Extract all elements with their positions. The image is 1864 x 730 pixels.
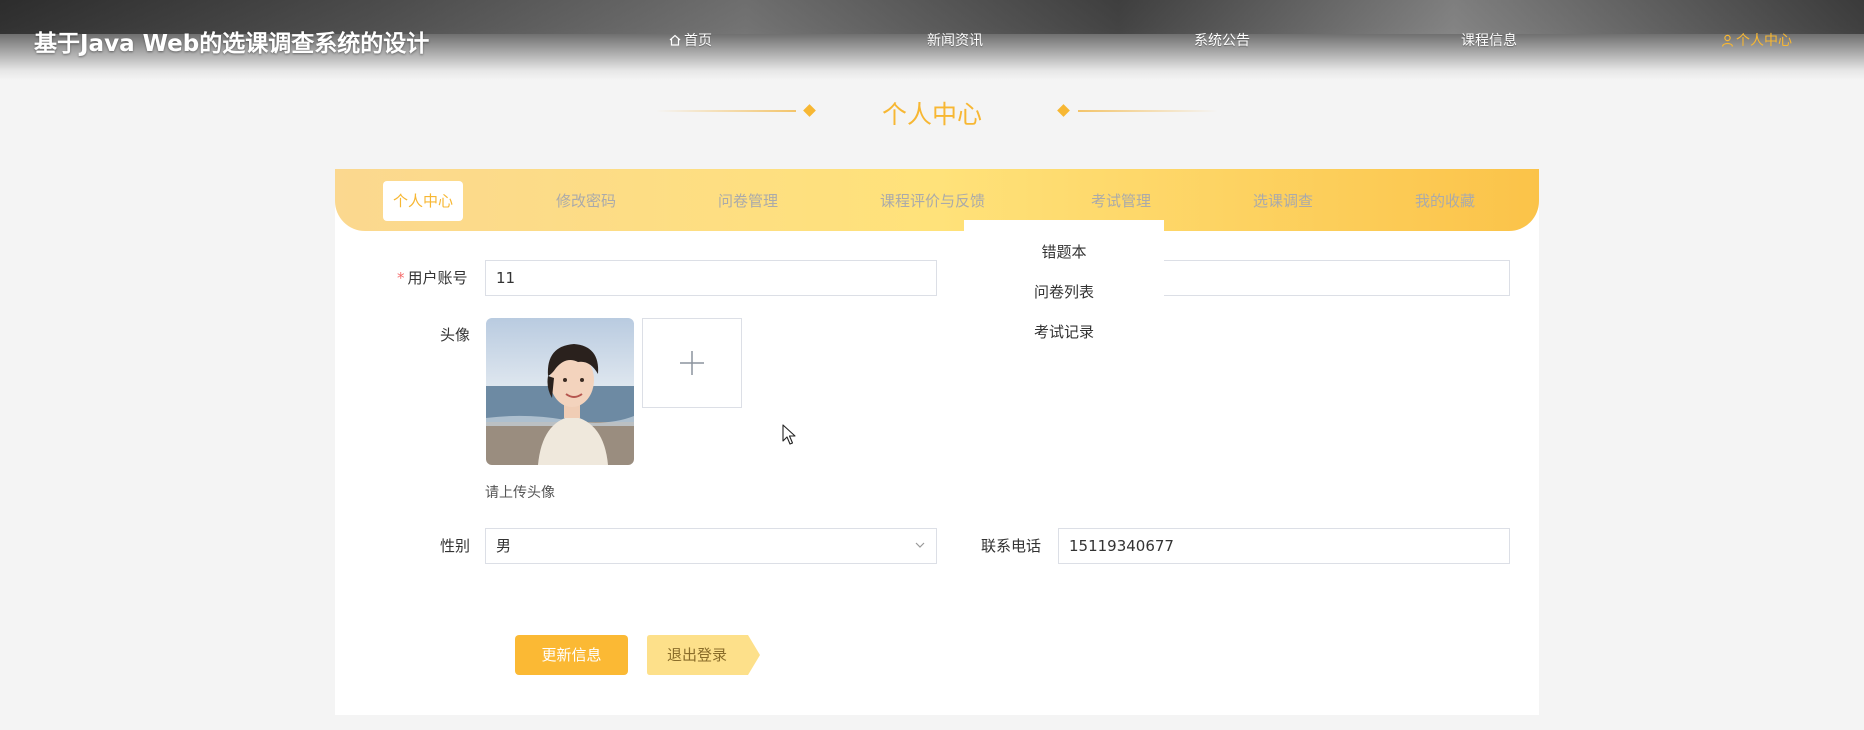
- dropdown-item-wrong-questions[interactable]: 错题本: [964, 241, 1164, 262]
- top-header: 基于Java Web的选课调查系统的设计 首页 新闻资讯 系统公告 课程信息 个…: [0, 0, 1864, 80]
- mouse-cursor-icon: [782, 424, 796, 445]
- dropdown-item-exam-records[interactable]: 考试记录: [964, 321, 1164, 342]
- account-label: * 用户账号: [397, 267, 468, 288]
- gender-select-value: 男: [496, 537, 512, 555]
- logout-button-label: 退出登录: [666, 646, 727, 664]
- update-info-button[interactable]: 更新信息: [515, 635, 628, 675]
- phone-input[interactable]: 15119340677: [1058, 528, 1510, 564]
- nav-home[interactable]: 首页: [668, 30, 712, 50]
- home-icon: [669, 34, 681, 46]
- tab-questionnaire-management[interactable]: 问卷管理: [718, 181, 778, 221]
- avatar-hint: 请上传头像: [485, 485, 555, 501]
- logout-button[interactable]: 退出登录: [647, 635, 760, 675]
- nav-notice-label: 系统公告: [1194, 33, 1250, 49]
- nav-personal-center-label: 个人中心: [1736, 33, 1792, 49]
- right-field-input[interactable]: [1164, 260, 1510, 296]
- nav-courses-label: 课程信息: [1461, 33, 1517, 49]
- gender-label: 性别: [440, 537, 471, 555]
- page-title: 个人中心: [881, 100, 982, 129]
- plus-icon: [680, 351, 704, 375]
- dropdown-item-questionnaire-list[interactable]: 问卷列表: [964, 281, 1164, 302]
- user-icon: [1721, 34, 1734, 47]
- required-mark: *: [397, 269, 405, 287]
- nav-courses[interactable]: 课程信息: [1461, 30, 1517, 50]
- account-label-text: 用户账号: [407, 269, 468, 287]
- tab-change-password[interactable]: 修改密码: [556, 181, 616, 221]
- site-title: 基于Java Web的选课调查系统的设计: [34, 31, 430, 57]
- chevron-down-icon: [915, 542, 925, 548]
- account-input[interactable]: 11: [485, 260, 937, 296]
- avatar-image: [486, 318, 634, 465]
- tab-course-survey[interactable]: 选课调查: [1253, 181, 1313, 221]
- nav-news[interactable]: 新闻资讯: [927, 30, 983, 50]
- phone-label: 联系电话: [981, 537, 1042, 555]
- tab-personal-center[interactable]: 个人中心: [383, 181, 464, 221]
- tab-course-evaluation[interactable]: 课程评价与反馈: [880, 181, 985, 221]
- tab-my-favorites[interactable]: 我的收藏: [1415, 181, 1475, 221]
- nav-personal-center[interactable]: 个人中心: [1721, 30, 1792, 50]
- exam-management-dropdown: 错题本 问卷列表 考试记录: [964, 220, 1164, 350]
- nav-news-label: 新闻资讯: [927, 33, 983, 49]
- avatar-label: 头像: [440, 326, 471, 344]
- avatar-upload-button[interactable]: [642, 318, 742, 408]
- nav-notice[interactable]: 系统公告: [1194, 30, 1250, 50]
- gender-select[interactable]: 男: [485, 528, 937, 564]
- tab-exam-management[interactable]: 考试管理: [1091, 181, 1151, 221]
- section-heading: 个人中心: [0, 95, 1864, 129]
- tab-bar: 个人中心 修改密码 问卷管理 课程评价与反馈 考试管理 选课调查 我的收藏: [335, 169, 1539, 231]
- nav-home-label: 首页: [684, 33, 712, 49]
